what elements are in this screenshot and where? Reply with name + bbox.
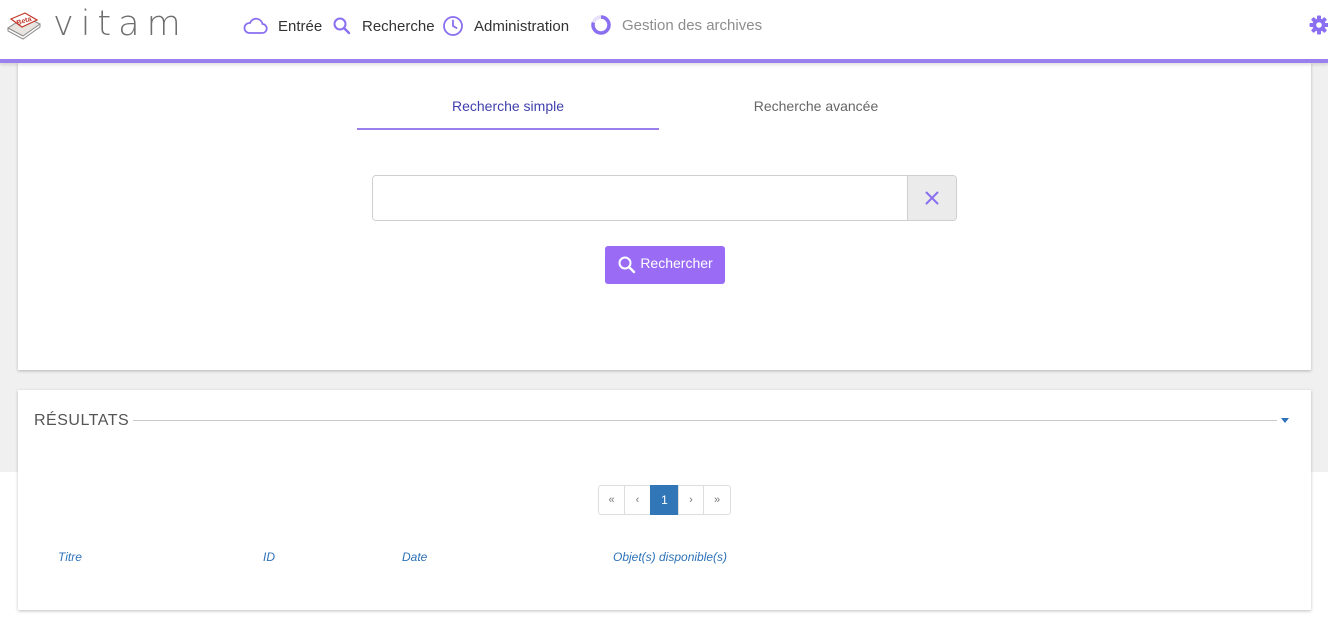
results-title: RÉSULTATS xyxy=(34,412,130,429)
pagination-prev-button[interactable]: ‹ xyxy=(624,485,651,515)
nav-item-entree[interactable]: Entrée xyxy=(243,0,322,52)
clock-icon xyxy=(442,15,464,37)
nav-label: Administration xyxy=(474,17,570,35)
tab-recherche-avancee[interactable]: Recherche avancée xyxy=(665,83,967,130)
nav-item-administration[interactable]: Administration xyxy=(442,0,569,52)
vitam-logo[interactable]: Beta vitam xyxy=(6,4,181,44)
tab-recherche-simple[interactable]: Recherche simple xyxy=(357,83,659,130)
logo-text: vitam xyxy=(53,4,188,44)
top-navbar: Beta vitam Entrée Recherche Administrati… xyxy=(0,0,1328,63)
search-icon xyxy=(618,256,636,274)
search-input[interactable] xyxy=(373,176,907,220)
results-divider xyxy=(133,420,1277,421)
book-logo-icon: Beta xyxy=(7,12,41,40)
close-icon xyxy=(925,191,939,205)
rechercher-label: Rechercher xyxy=(640,255,713,271)
nav-label: Entrée xyxy=(278,17,323,35)
column-header-date[interactable]: Date xyxy=(402,550,427,564)
caret-down-icon[interactable] xyxy=(1281,418,1289,423)
search-field-group xyxy=(372,175,957,221)
nav-label: Gestion des archives xyxy=(622,16,763,34)
nav-item-recherche[interactable]: Recherche xyxy=(332,0,435,52)
clear-button[interactable] xyxy=(907,176,956,220)
column-header-id[interactable]: ID xyxy=(263,550,275,564)
column-header-titre[interactable]: Titre xyxy=(58,550,82,564)
pagination-page-button[interactable]: 1 xyxy=(650,485,679,515)
pagination-last-button[interactable]: » xyxy=(703,485,731,515)
search-panel: Recherche simple Recherche avancée Reche… xyxy=(18,63,1311,370)
nav-item-gestion-archives[interactable]: Gestion des archives xyxy=(590,0,762,51)
cloud-icon xyxy=(243,17,268,35)
pagination: « ‹ 1 › » xyxy=(598,485,731,515)
nav-label: Recherche xyxy=(362,17,435,35)
circle-progress-icon xyxy=(590,14,612,36)
search-icon xyxy=(332,16,352,36)
rechercher-button[interactable]: Rechercher xyxy=(605,246,725,284)
pagination-first-button[interactable]: « xyxy=(598,485,625,515)
results-panel: RÉSULTATS « ‹ 1 › » Titre ID Date Objet(… xyxy=(18,390,1311,610)
column-header-objets[interactable]: Objet(s) disponible(s) xyxy=(613,550,727,564)
gear-icon[interactable] xyxy=(1308,14,1328,36)
pagination-next-button[interactable]: › xyxy=(678,485,704,515)
